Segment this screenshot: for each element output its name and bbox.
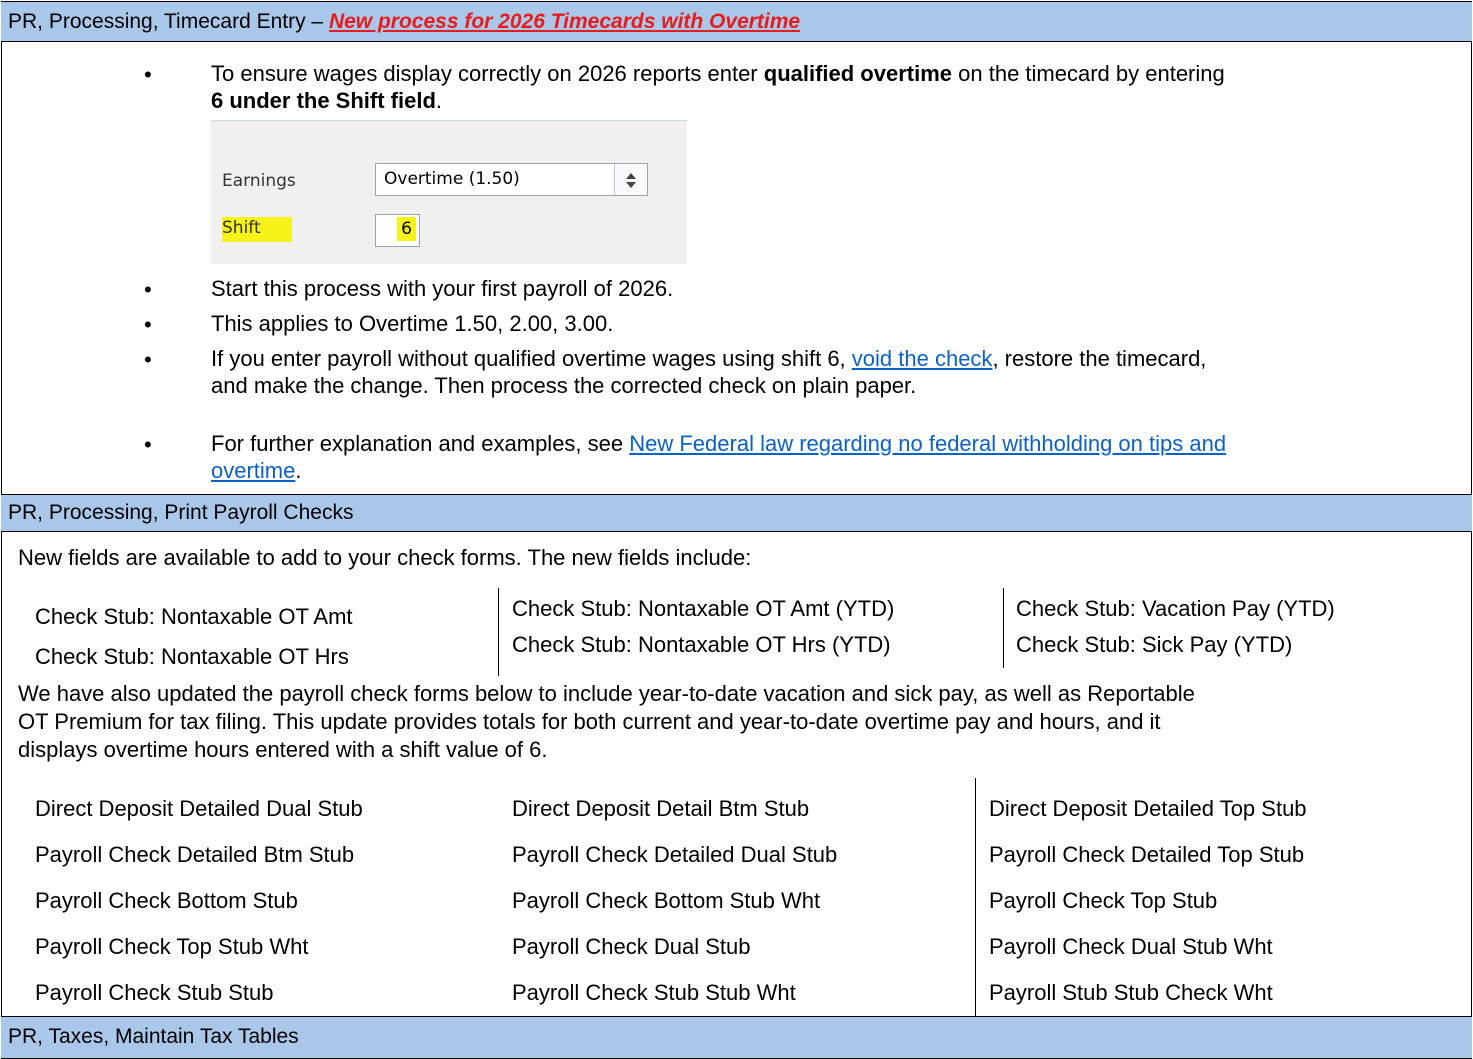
section-header-print-checks: PR, Processing, Print Payroll Checks: [1, 494, 1472, 532]
text-run: To ensure wages display correctly on 202…: [211, 61, 764, 86]
form-item: Payroll Check Stub Stub Wht: [512, 980, 796, 1005]
earnings-combo: Overtime (1.50): [375, 163, 648, 196]
form-item: Payroll Check Detailed Dual Stub: [512, 842, 838, 867]
field-item: Check Stub: Nontaxable OT Amt (YTD): [512, 596, 895, 621]
shift-value: 6: [397, 217, 416, 241]
bullet-text-2: Start this process with your first payro…: [211, 276, 674, 301]
bullet-text-4: If you enter payroll without qualified o…: [211, 345, 1451, 399]
form-item: Payroll Check Dual Stub: [512, 934, 751, 959]
earnings-label: Earnings: [222, 171, 296, 191]
field-item: Check Stub: Nontaxable OT Amt: [35, 604, 353, 629]
section-title-highlight: New process for 2026 Timecards with Over…: [328, 10, 801, 33]
section-header-tax-tables: PR, Taxes, Maintain Tax Tables: [1, 1016, 1472, 1059]
column-divider: [1003, 588, 1004, 668]
spinner-icon: [614, 164, 647, 195]
document-page: PR, Processing, Timecard Entry – New pro…: [0, 0, 1473, 1059]
form-item: Payroll Check Top Stub Wht: [35, 934, 309, 959]
forms-update-paragraph: We have also updated the payroll check f…: [18, 680, 1458, 764]
fields-intro: New fields are available to add to your …: [18, 545, 752, 570]
bullet-dot: •: [144, 347, 152, 372]
bold-text: 6 under the Shift field: [211, 88, 436, 113]
column-divider: [498, 588, 499, 676]
federal-law-link[interactable]: New Federal law regarding no federal wit…: [629, 431, 1226, 456]
text-run: If you enter payroll without qualified o…: [211, 346, 852, 371]
form-item: Payroll Check Dual Stub Wht: [989, 934, 1273, 959]
shift-field: 6: [375, 214, 420, 247]
text-run: OT Premium for tax filing. This update p…: [18, 709, 1161, 734]
earnings-value: Overtime (1.50): [384, 169, 520, 189]
form-item: Payroll Check Top Stub: [989, 888, 1218, 913]
federal-law-link-cont[interactable]: overtime: [211, 458, 295, 483]
bullet-dot: •: [144, 277, 152, 302]
section-header-timecard-entry: PR, Processing, Timecard Entry – New pro…: [1, 1, 1472, 42]
shift-label: Shift: [222, 218, 261, 238]
bold-text: qualified overtime: [763, 61, 953, 86]
form-item: Payroll Check Bottom Stub Wht: [512, 888, 821, 913]
text-run: displays overtime hours entered with a s…: [18, 737, 548, 762]
bullet-text-5: For further explanation and examples, se…: [211, 430, 1451, 484]
form-item: Payroll Check Stub Stub: [35, 980, 274, 1005]
field-item: Check Stub: Nontaxable OT Hrs (YTD): [512, 632, 891, 657]
column-divider: [975, 778, 976, 1016]
bullet-text-1: To ensure wages display correctly on 202…: [211, 60, 1451, 114]
bullet-dot: •: [144, 312, 152, 337]
earnings-shift-screenshot: Earnings Overtime (1.50) Shift 6: [211, 120, 687, 264]
bullet-text-3: This applies to Overtime 1.50, 2.00, 3.0…: [211, 311, 614, 336]
text-run: .: [435, 88, 443, 113]
field-item: Check Stub: Nontaxable OT Hrs: [35, 644, 349, 669]
form-item: Payroll Check Detailed Btm Stub: [35, 842, 355, 867]
form-item: Direct Deposit Detail Btm Stub: [512, 796, 810, 821]
field-item: Check Stub: Sick Pay (YTD): [1016, 632, 1293, 657]
text-run: For further explanation and examples, se…: [211, 431, 630, 456]
void-check-link[interactable]: void the check: [852, 346, 993, 371]
text-run: .: [295, 458, 302, 483]
bullet-dot: •: [144, 432, 152, 457]
section-title: PR, Processing, Timecard Entry –: [8, 10, 329, 33]
form-item: Direct Deposit Detailed Dual Stub: [35, 796, 363, 821]
text-run: , restore the timecard,: [992, 346, 1207, 371]
form-item: Payroll Check Bottom Stub: [35, 888, 298, 913]
text-run: and make the change. Then process the co…: [211, 373, 917, 398]
bullet-dot: •: [144, 62, 152, 87]
form-item: Payroll Check Detailed Top Stub: [989, 842, 1305, 867]
field-item: Check Stub: Vacation Pay (YTD): [1016, 596, 1335, 621]
text-run: on the timecard by entering: [952, 61, 1225, 86]
text-run: We have also updated the payroll check f…: [18, 681, 1195, 706]
form-item: Payroll Stub Stub Check Wht: [989, 980, 1273, 1005]
shift-label-highlight: Shift: [222, 217, 292, 242]
form-item: Direct Deposit Detailed Top Stub: [989, 796, 1307, 821]
